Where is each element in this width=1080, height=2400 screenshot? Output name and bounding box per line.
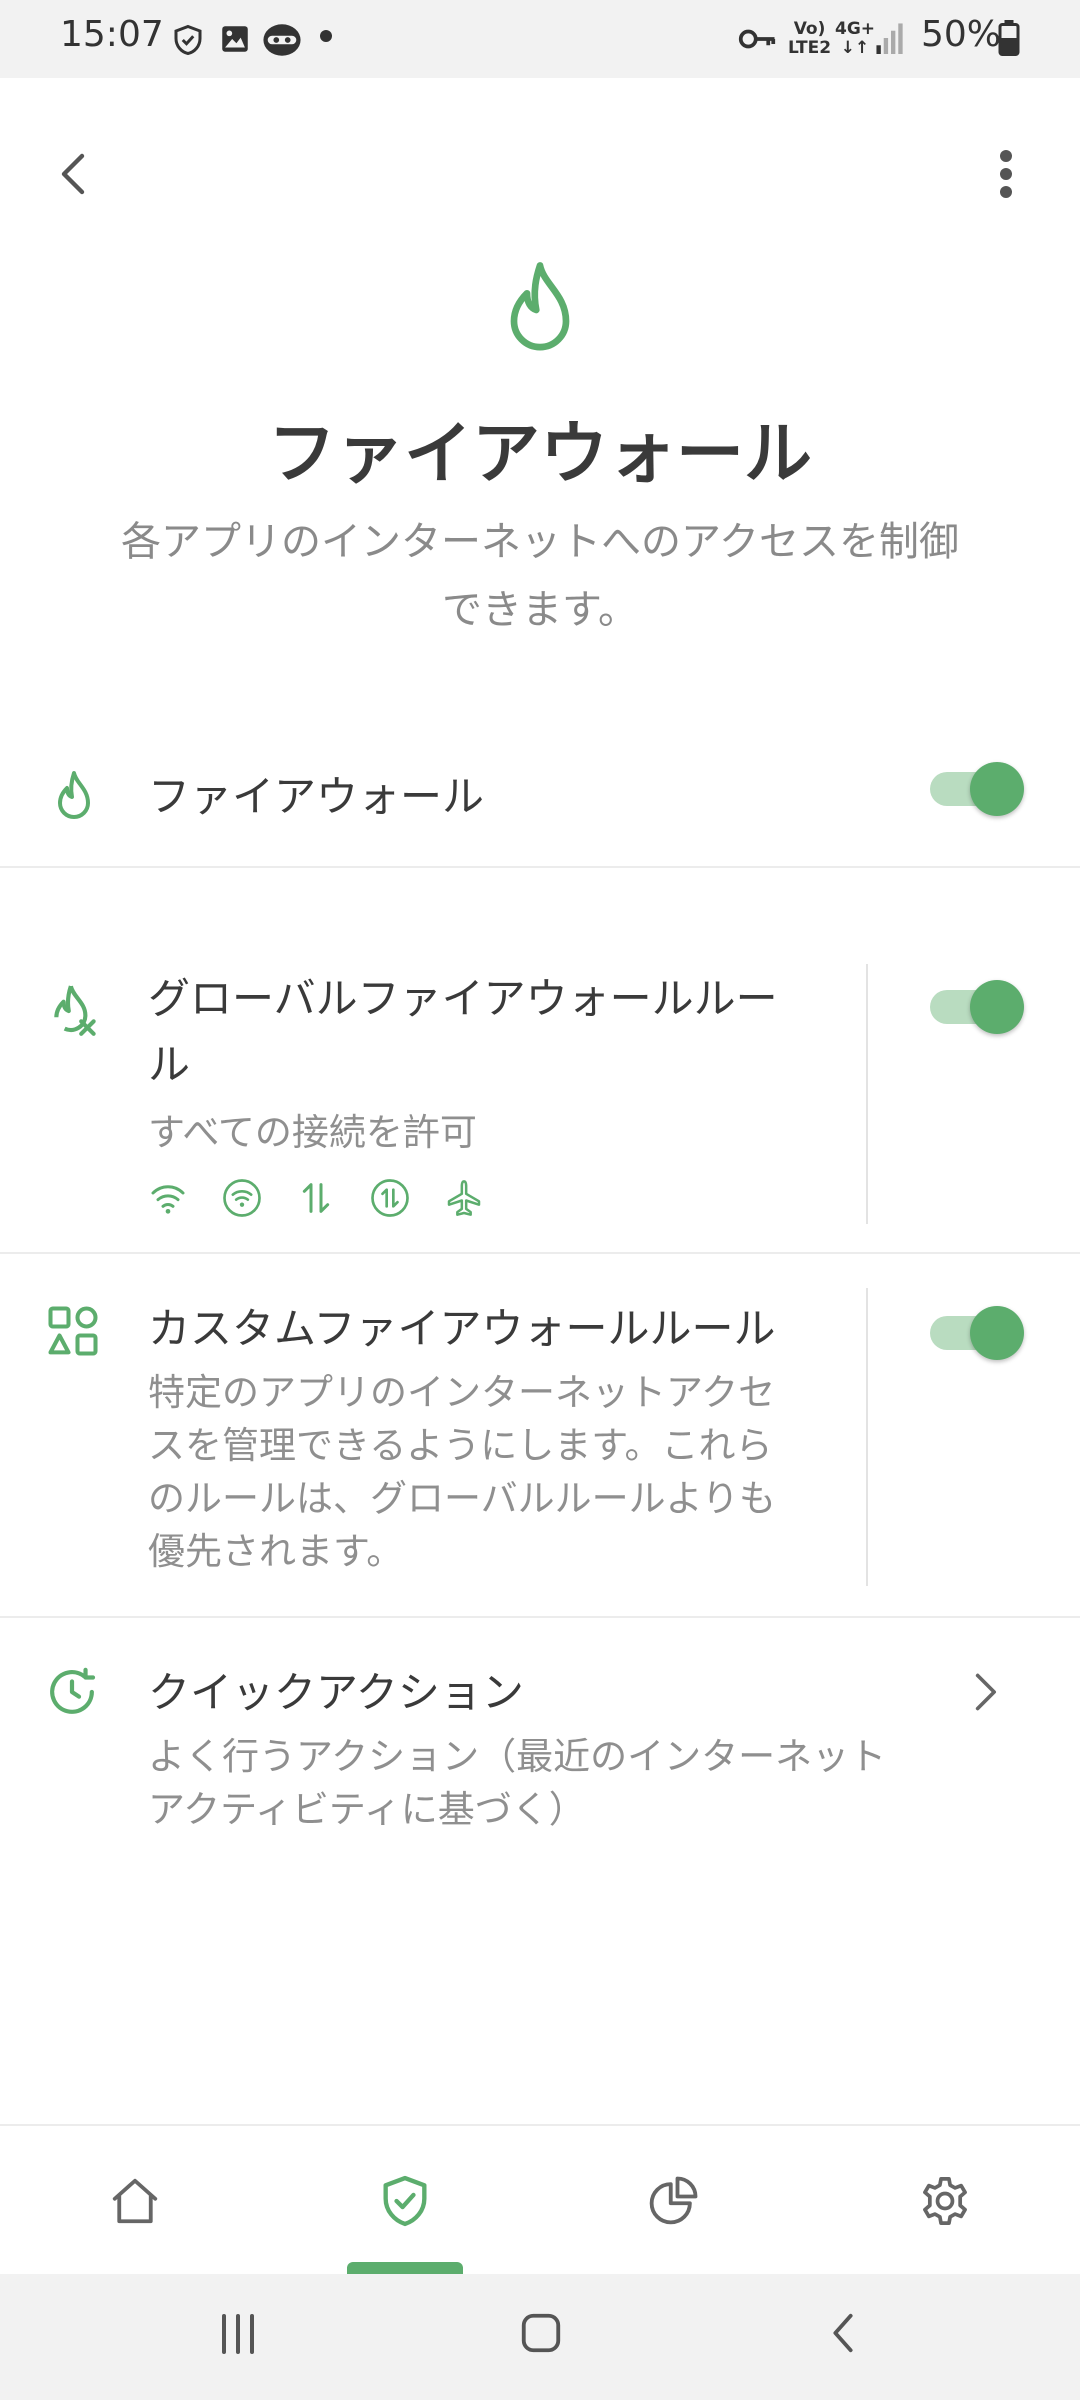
nav-selected-indicator (347, 2262, 463, 2274)
nav-statistics[interactable] (628, 2156, 718, 2246)
key-icon (738, 29, 776, 49)
dot-icon (320, 30, 332, 42)
pie-chart-icon (649, 2176, 698, 2225)
shield-icon (174, 24, 202, 56)
wifi-circle-icon (223, 1179, 261, 1217)
recents-icon[interactable] (216, 2312, 260, 2356)
flame-icon (510, 262, 570, 351)
image-icon (222, 26, 248, 52)
page-title: ファイアウォール (267, 415, 812, 494)
divider (866, 964, 868, 1224)
apps-shapes-icon (48, 1306, 98, 1356)
quick-actions-title: クイックアクション (148, 1668, 524, 1717)
firewall-title: ファイアウォール (148, 772, 485, 821)
firewall-toggle[interactable] (930, 758, 1030, 818)
home-button-icon[interactable] (518, 2310, 564, 2356)
airplane-icon (447, 1180, 481, 1216)
chevron-right-icon (975, 1673, 997, 1711)
nav-protection[interactable] (360, 2156, 450, 2246)
mobile-data-circle-icon (371, 1179, 409, 1217)
flame-icon (58, 771, 90, 819)
shield-check-icon (383, 2175, 427, 2227)
nav-home[interactable] (90, 2156, 180, 2246)
nav-settings[interactable] (900, 2156, 990, 2246)
divider (0, 1616, 1080, 1618)
ninja-icon (263, 24, 301, 56)
more-vert-icon (1000, 150, 1012, 198)
global-rule-row[interactable]: グローバルファイアウォールルー ル すべての接続を許可 (0, 960, 1080, 1250)
clock-refresh-icon (50, 1667, 96, 1714)
global-rule-toggle[interactable] (930, 976, 1030, 1036)
battery-icon (998, 20, 1020, 56)
custom-rule-row[interactable]: カスタムファイアウォールルール 特定のアプリのインターネットアクセ スを管理でき… (0, 1286, 1080, 1616)
quick-actions-subtitle: よく行うアクション（最近のインターネット アクティビティに基づく） (148, 1735, 887, 1831)
back-button[interactable] (34, 134, 114, 214)
firewall-row[interactable]: ファイアウォール (0, 740, 1080, 866)
signal-icon (876, 23, 903, 54)
page-description: 各アプリのインターネットへのアクセスを制御 できます。 (121, 519, 959, 633)
divider (0, 1252, 1080, 1254)
global-rule-title: グローバルファイアウォールルー ル (148, 974, 778, 1089)
status-bar: 15:07 Vo) LTE2 4G+ ↓↑ 50% (0, 0, 1080, 78)
flame-x-icon (54, 985, 96, 1036)
volte-indicator: Vo) LTE2 (788, 19, 832, 58)
wifi-icon (151, 1185, 185, 1214)
custom-rule-subtitle: 特定のアプリのインターネットアクセ スを管理できるようにします。これら のルール… (148, 1371, 776, 1573)
battery-percent: 50% (921, 14, 1002, 55)
mobile-data-icon (302, 1183, 330, 1213)
home-icon (112, 2178, 158, 2224)
network-type-indicator: 4G+ ↓↑ (835, 19, 876, 58)
system-back-icon[interactable] (826, 2310, 860, 2356)
system-navigation-bar (0, 2274, 1080, 2400)
quick-actions-row[interactable]: クイックアクション よく行うアクション（最近のインターネット アクティビティに基… (0, 1650, 1080, 1850)
more-options-button[interactable] (966, 134, 1046, 214)
bottom-navigation (0, 2124, 1080, 2274)
divider (866, 1288, 868, 1586)
gear-icon (923, 2176, 967, 2226)
divider (0, 866, 1080, 868)
status-time: 15:07 (60, 14, 164, 55)
custom-rule-toggle[interactable] (930, 1302, 1030, 1362)
global-rule-subtitle: すべての接続を許可 (148, 1111, 477, 1154)
custom-rule-title: カスタムファイアウォールルール (148, 1304, 776, 1353)
back-arrow-icon (61, 153, 85, 195)
